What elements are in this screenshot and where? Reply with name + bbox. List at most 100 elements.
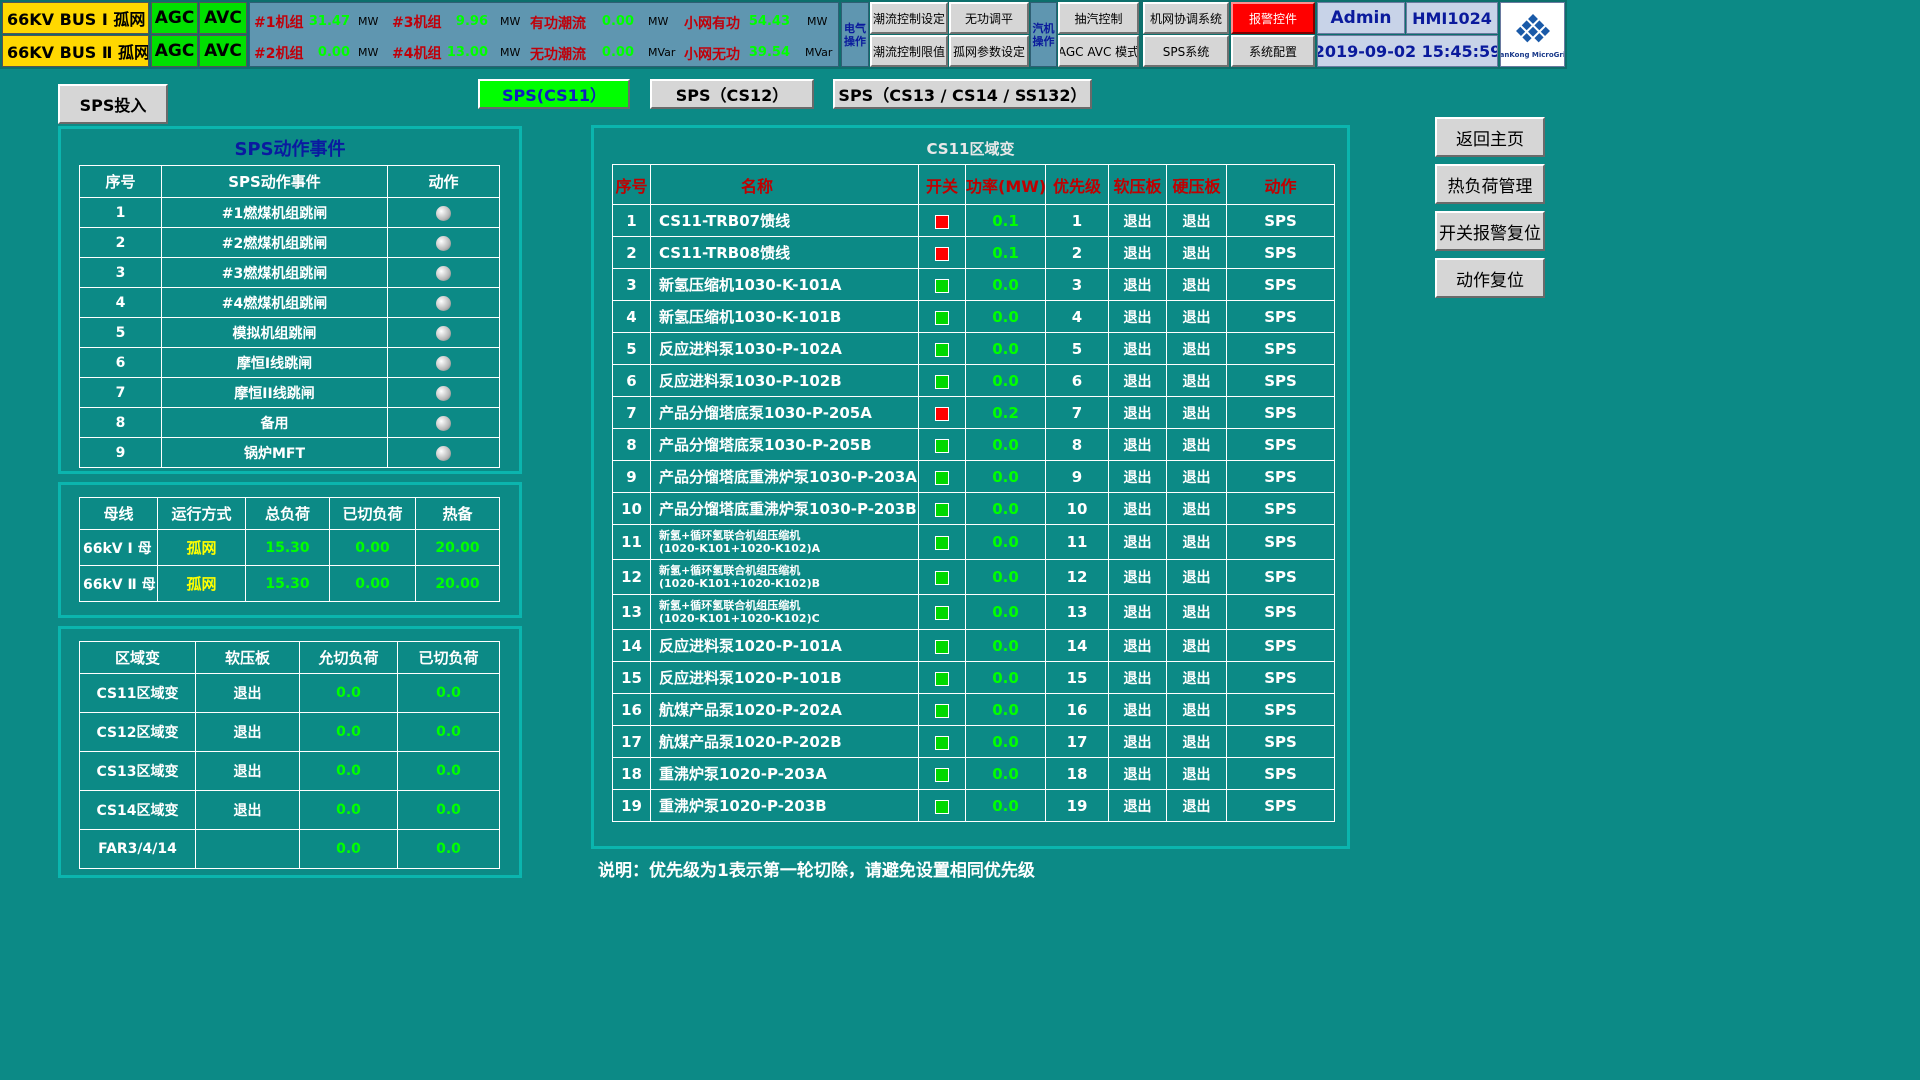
tab-sps-cs12[interactable]: SPS（CS12） (650, 79, 814, 109)
table-row: 1 CS11-TRB07馈线 0.1 1 退出 退出 SPS (612, 204, 1335, 237)
table-row: 14 反应进料泵1020-P-101A 0.0 14 退出 退出 SPS (612, 629, 1335, 662)
switch-cell[interactable] (918, 364, 966, 397)
load-action: SPS (1226, 559, 1335, 595)
switch-cell[interactable] (918, 725, 966, 758)
row-number: 16 (612, 693, 651, 726)
alarm-control-button[interactable]: 报警控件 (1231, 2, 1315, 34)
switch-cell[interactable] (918, 300, 966, 333)
table-row: 66kV Ⅱ 母孤网 15.30 0.00 20.00 (79, 565, 500, 602)
switch-cell[interactable] (918, 492, 966, 525)
table-row: 3 #3燃煤机组跳闸 (79, 257, 500, 288)
event-action-cell (387, 227, 500, 258)
flow-control-limit-button[interactable]: 潮流控制限值 (870, 35, 948, 67)
event-action-cell (387, 257, 500, 288)
agc-avc-mode-button[interactable]: AGC AVC 模式 (1058, 35, 1139, 67)
island-param-button[interactable]: 孤网参数设定 (949, 35, 1029, 67)
load-power: 0.0 (965, 300, 1046, 333)
zone-soft-plate[interactable]: 退出 (195, 751, 300, 791)
event-number: 2 (79, 227, 162, 258)
soft-plate-cell[interactable]: 退出 (1108, 594, 1167, 630)
soft-plate-cell[interactable]: 退出 (1108, 268, 1167, 301)
avc-bus1-button[interactable]: AVC (199, 2, 247, 34)
soft-plate-cell[interactable]: 退出 (1108, 204, 1167, 237)
switch-cell[interactable] (918, 594, 966, 630)
table-row: 7 产品分馏塔底泵1030-P-205A 0.2 7 退出 退出 SPS (612, 396, 1335, 429)
heat-load-management-button[interactable]: 热负荷管理 (1435, 164, 1545, 204)
zone-soft-plate[interactable]: 退出 (195, 673, 300, 713)
agc-bus2-button[interactable]: AGC (151, 35, 198, 67)
sps-enable-button[interactable]: SPS投入 (58, 84, 168, 124)
soft-plate-cell[interactable]: 退出 (1108, 661, 1167, 694)
switch-cell[interactable] (918, 396, 966, 429)
column-header: 软压板 (195, 641, 300, 674)
switch-cell[interactable] (918, 789, 966, 822)
switch-cell[interactable] (918, 661, 966, 694)
switch-cell[interactable] (918, 629, 966, 662)
zone-soft-plate[interactable]: 退出 (195, 790, 300, 830)
zone-allow-load: 0.0 (299, 829, 398, 869)
row-number: 1 (612, 204, 651, 237)
agc-bus1-button[interactable]: AGC (151, 2, 198, 34)
hard-plate-cell: 退出 (1166, 428, 1227, 461)
switch-cell[interactable] (918, 428, 966, 461)
switch-cell[interactable] (918, 524, 966, 560)
table-row: 8 备用 (79, 407, 500, 438)
tab-sps-cs11[interactable]: SPS(CS11） (478, 79, 630, 109)
load-action: SPS (1226, 300, 1335, 333)
soft-plate-cell[interactable]: 退出 (1108, 300, 1167, 333)
extraction-control-button[interactable]: 抽汽控制 (1058, 2, 1139, 34)
soft-plate-cell[interactable]: 退出 (1108, 236, 1167, 269)
switch-cell[interactable] (918, 204, 966, 237)
zone-soft-plate[interactable] (195, 829, 300, 869)
row-number: 15 (612, 661, 651, 694)
soft-plate-cell[interactable]: 退出 (1108, 629, 1167, 662)
soft-plate-cell[interactable]: 退出 (1108, 364, 1167, 397)
column-header: 动作 (387, 165, 500, 198)
table-row: 18 重沸炉泵1020-P-203A 0.0 18 退出 退出 SPS (612, 757, 1335, 790)
soft-plate-cell[interactable]: 退出 (1108, 492, 1167, 525)
hard-plate-cell: 退出 (1166, 268, 1227, 301)
system-config-button[interactable]: 系统配置 (1231, 35, 1315, 67)
switch-alarm-reset-button[interactable]: 开关报警复位 (1435, 211, 1545, 251)
table-row: 15 反应进料泵1020-P-101B 0.0 15 退出 退出 SPS (612, 661, 1335, 694)
table-row: 9 产品分馏塔底重沸炉泵1030-P-203A 0.0 9 退出 退出 SPS (612, 460, 1335, 493)
gen2-label: #2机组 (254, 46, 304, 62)
soft-plate-cell[interactable]: 退出 (1108, 757, 1167, 790)
cs11-panel: CS11区域变 序号 名称 开关 功率(MW) 优先级 软压板 硬压板 动作 1… (591, 125, 1350, 849)
switch-cell[interactable] (918, 332, 966, 365)
avc-bus2-button[interactable]: AVC (199, 35, 247, 67)
table-header-row: 序号 SPS动作事件 动作 (79, 165, 500, 198)
sps-system-button[interactable]: SPS系统 (1143, 35, 1229, 67)
user-name[interactable]: Admin (1317, 2, 1405, 34)
switch-status-icon (935, 606, 949, 620)
soft-plate-cell[interactable]: 退出 (1108, 460, 1167, 493)
flow-control-set-button[interactable]: 潮流控制设定 (870, 2, 948, 34)
reactive-adjust-button[interactable]: 无功调平 (949, 2, 1029, 34)
soft-plate-cell[interactable]: 退出 (1108, 524, 1167, 560)
soft-plate-cell[interactable]: 退出 (1108, 332, 1167, 365)
soft-plate-cell[interactable]: 退出 (1108, 789, 1167, 822)
soft-plate-cell[interactable]: 退出 (1108, 428, 1167, 461)
switch-cell[interactable] (918, 236, 966, 269)
load-action: SPS (1226, 428, 1335, 461)
row-number: 9 (612, 460, 651, 493)
tab-sps-cs13-cs14-ss132[interactable]: SPS（CS13 / CS14 / SS132） (833, 79, 1092, 109)
bus-load-panel: 母线 运行方式 总负荷 已切负荷 热备 66kV Ⅰ 母孤网 15.30 0.00 2… (58, 482, 522, 618)
load-power: 0.0 (965, 268, 1046, 301)
action-reset-button[interactable]: 动作复位 (1435, 258, 1545, 298)
switch-cell[interactable] (918, 268, 966, 301)
switch-cell[interactable] (918, 559, 966, 595)
switch-cell[interactable] (918, 460, 966, 493)
soft-plate-cell[interactable]: 退出 (1108, 396, 1167, 429)
load-priority: 14 (1045, 629, 1109, 662)
switch-cell[interactable] (918, 757, 966, 790)
table-row: 17 航煤产品泵1020-P-202B 0.0 17 退出 退出 SPS (612, 725, 1335, 758)
soft-plate-cell[interactable]: 退出 (1108, 559, 1167, 595)
switch-cell[interactable] (918, 693, 966, 726)
soft-plate-cell[interactable]: 退出 (1108, 725, 1167, 758)
zone-soft-plate[interactable]: 退出 (195, 712, 300, 752)
return-home-button[interactable]: 返回主页 (1435, 117, 1545, 157)
zone-name: CS12区域变 (79, 712, 196, 752)
soft-plate-cell[interactable]: 退出 (1108, 693, 1167, 726)
grid-coordination-button[interactable]: 机网协调系统 (1143, 2, 1229, 34)
